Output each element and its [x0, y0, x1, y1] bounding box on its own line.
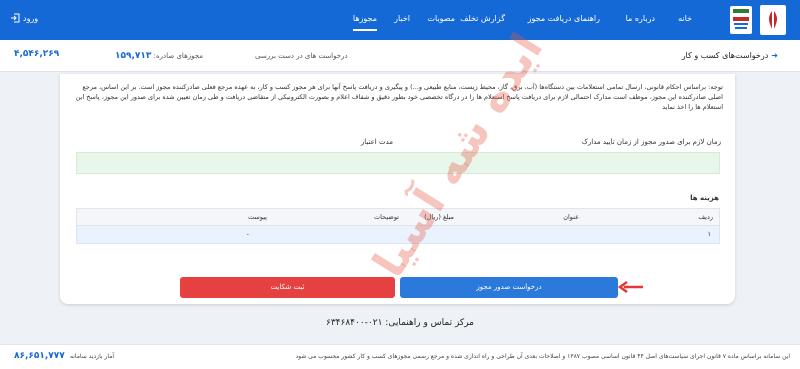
login-label: ورود: [23, 13, 39, 23]
request-license-button[interactable]: درخواست صدور مجوز: [400, 277, 618, 298]
fees-title: هزینه ها: [690, 194, 719, 202]
top-navigation-bar: خانه درباره ما راهنمای دریافت مجوز گزارش…: [0, 0, 800, 40]
nav-resolutions[interactable]: مصوبات: [427, 14, 455, 23]
validity-label: مدت اعتبار: [360, 138, 393, 146]
business-requests-title: درخواست‌های کسب و کار: [681, 51, 769, 60]
login-icon: [11, 13, 20, 23]
nav-licenses[interactable]: مجوزها: [352, 14, 377, 31]
ministry-logo[interactable]: [730, 6, 752, 34]
col-index: ردیف: [698, 213, 713, 221]
business-requests-link[interactable]: ➜درخواست‌های کسب و کار: [682, 51, 778, 60]
col-amount: مبلغ (ریال): [424, 213, 454, 221]
nav-home[interactable]: خانه: [678, 14, 692, 23]
fees-table: ردیف عنوان مبلغ (ریال) توضیحات پیوست ۱ -: [76, 208, 720, 244]
fees-table-header: ردیف عنوان مبلغ (ریال) توضیحات پیوست: [76, 208, 720, 226]
login-button[interactable]: ورود: [10, 13, 38, 23]
row-attachment[interactable]: -: [247, 230, 249, 238]
footer: این سامانه براساس ماده ۷ قانون اجرای سیا…: [0, 344, 800, 369]
arrow-right-icon: ➜: [771, 51, 778, 60]
pending-requests-label: درخواست های در دست بررسی: [255, 52, 348, 60]
inquiry-notice: توجه: براساس احکام قانونی، ارسال تمامی ا…: [75, 83, 723, 111]
license-details-card: توجه: براساس احکام قانونی، ارسال تمامی ا…: [60, 74, 735, 304]
issued-licenses-stat: مجوزهای صادره: ۱۵۹,۷۱۳: [115, 51, 204, 61]
issuance-info-row: [76, 152, 720, 174]
nav-news[interactable]: اخبار: [394, 14, 410, 23]
iran-emblem-logo[interactable]: [760, 5, 786, 35]
sub-header-bar: ➜درخواست‌های کسب و کار درخواست های در دس…: [0, 40, 800, 72]
nav-license-guide[interactable]: راهنمای دریافت مجوز: [528, 14, 600, 23]
col-title: عنوان: [563, 213, 579, 221]
col-attachment: پیوست: [248, 213, 267, 221]
nav-about[interactable]: درباره ما: [626, 14, 655, 23]
issued-licenses-label: مجوزهای صادره: [155, 52, 204, 60]
arrow-left-icon: [618, 281, 643, 293]
issued-licenses-count: ۱۵۹,۷۱۳: [115, 51, 152, 61]
visits-label: آمار بازدید سامانه: [70, 353, 115, 360]
visits-count: ۸۶,۶۵۱,۷۷۷: [14, 351, 65, 361]
nav-violation-report[interactable]: گزارش تخلف: [460, 14, 505, 23]
row-index: ۱: [707, 230, 712, 238]
total-count: ۴,۵۴۶,۲۶۹: [14, 49, 60, 59]
issuance-time-label: زمان لازم برای صدور مجوز از زمان تایید م…: [581, 138, 721, 146]
col-description: توضیحات: [374, 213, 399, 221]
table-row: ۱ -: [76, 226, 720, 244]
footer-legal-note: این سامانه براساس ماده ۷ قانون اجرای سیا…: [295, 353, 790, 360]
submit-complaint-button[interactable]: ثبت شکایت: [180, 277, 395, 298]
contact-center-info: مرکز تماس و راهنمایی: ۰۲۱-۶۳۴۶۸۴۰۰: [326, 318, 474, 328]
